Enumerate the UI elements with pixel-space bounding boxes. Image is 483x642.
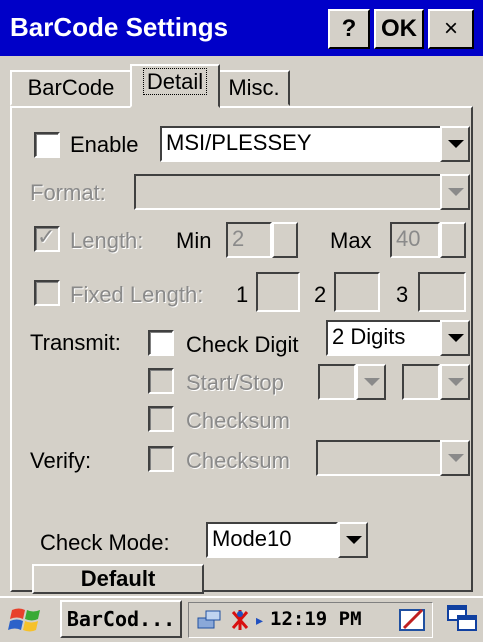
fixed-length-checkbox[interactable] <box>34 280 60 306</box>
chevron-down-icon <box>448 378 464 386</box>
fixed-length-2-input[interactable] <box>334 272 380 312</box>
start-char-dropdown-button[interactable] <box>356 364 386 400</box>
check-digit-checkbox[interactable] <box>148 330 174 356</box>
max-label: Max <box>330 228 372 253</box>
fixed-length-label: Fixed Length: <box>70 282 204 307</box>
taskbar-task-button[interactable]: BarCod... <box>60 600 182 638</box>
default-button[interactable]: Default <box>32 564 204 594</box>
length-label: Length: <box>70 228 144 253</box>
chevron-down-icon <box>364 378 380 386</box>
network-icon[interactable] <box>196 608 224 632</box>
tab-misc[interactable]: Misc. <box>218 70 290 106</box>
checkmark-icon: ✓ <box>37 224 56 249</box>
fixed-length-1-label: 1 <box>236 282 249 307</box>
chevron-down-icon <box>448 188 464 196</box>
stop-char-dropdown-button[interactable] <box>440 364 470 400</box>
format-select[interactable] <box>134 174 442 210</box>
input-panel-icon[interactable] <box>398 604 428 634</box>
enable-checkbox[interactable] <box>34 132 60 158</box>
check-mode-select[interactable]: Mode10 <box>206 522 338 558</box>
check-mode-label: Check Mode: <box>40 530 170 555</box>
chevron-down-icon <box>448 140 464 148</box>
check-digit-option-dropdown-button[interactable] <box>440 320 470 356</box>
min-length-input[interactable]: 2 <box>226 222 272 258</box>
tab-misc-label: Misc. <box>228 75 280 100</box>
transmit-label: Transmit: <box>30 330 121 355</box>
fixed-length-2-label: 2 <box>314 282 327 307</box>
antenna-icon[interactable] <box>226 606 254 634</box>
max-length-input[interactable]: 40 <box>390 222 440 258</box>
verify-checksum-checkbox[interactable] <box>148 446 174 472</box>
arrow-right-icon: ▸ <box>256 612 264 628</box>
desktop-windows-icon[interactable] <box>446 602 478 636</box>
verify-label: Verify: <box>30 448 92 473</box>
chevron-down-icon <box>448 454 464 462</box>
symbology-dropdown-button[interactable] <box>440 126 470 162</box>
enable-label: Enable <box>70 132 139 157</box>
fixed-length-1-input[interactable] <box>256 272 300 312</box>
format-label: Format: <box>30 180 106 205</box>
min-length-spinner[interactable] <box>272 222 298 258</box>
ok-button[interactable]: OK <box>374 9 424 49</box>
max-length-spinner[interactable] <box>440 222 466 258</box>
tab-detail[interactable]: Detail <box>130 64 220 108</box>
close-button[interactable]: × <box>428 9 474 49</box>
length-checkbox[interactable]: ✓ <box>34 224 60 252</box>
fixed-length-3-label: 3 <box>396 282 409 307</box>
verify-checksum-label: Checksum <box>186 448 290 473</box>
tab-barcode[interactable]: BarCode <box>10 70 132 106</box>
transmit-checksum-checkbox[interactable] <box>148 406 174 432</box>
start-stop-label: Start/Stop <box>186 370 284 395</box>
clock[interactable]: 12:19 PM <box>270 608 362 630</box>
window-title: BarCode Settings <box>10 12 229 42</box>
check-digit-label: Check Digit <box>186 332 299 357</box>
chevron-down-icon <box>448 334 464 342</box>
transmit-checksum-label: Checksum <box>186 408 290 433</box>
start-stop-checkbox[interactable] <box>148 368 174 394</box>
chevron-down-icon <box>346 536 362 544</box>
check-mode-dropdown-button[interactable] <box>338 522 368 558</box>
tab-detail-label: Detail <box>142 68 208 95</box>
start-char-select[interactable] <box>318 364 356 400</box>
help-button[interactable]: ? <box>328 9 370 49</box>
verify-checksum-select[interactable] <box>316 440 442 476</box>
format-dropdown-button[interactable] <box>440 174 470 210</box>
fixed-length-3-input[interactable] <box>418 272 466 312</box>
tab-barcode-label: BarCode <box>27 75 115 100</box>
stop-char-select[interactable] <box>402 364 440 400</box>
check-digit-option-select[interactable]: 2 Digits <box>326 320 442 356</box>
symbology-select[interactable]: MSI/PLESSEY <box>160 126 442 162</box>
min-label: Min <box>176 228 212 253</box>
start-button[interactable] <box>6 604 54 636</box>
windows-flag-icon <box>8 608 40 632</box>
verify-checksum-dropdown-button[interactable] <box>440 440 470 476</box>
